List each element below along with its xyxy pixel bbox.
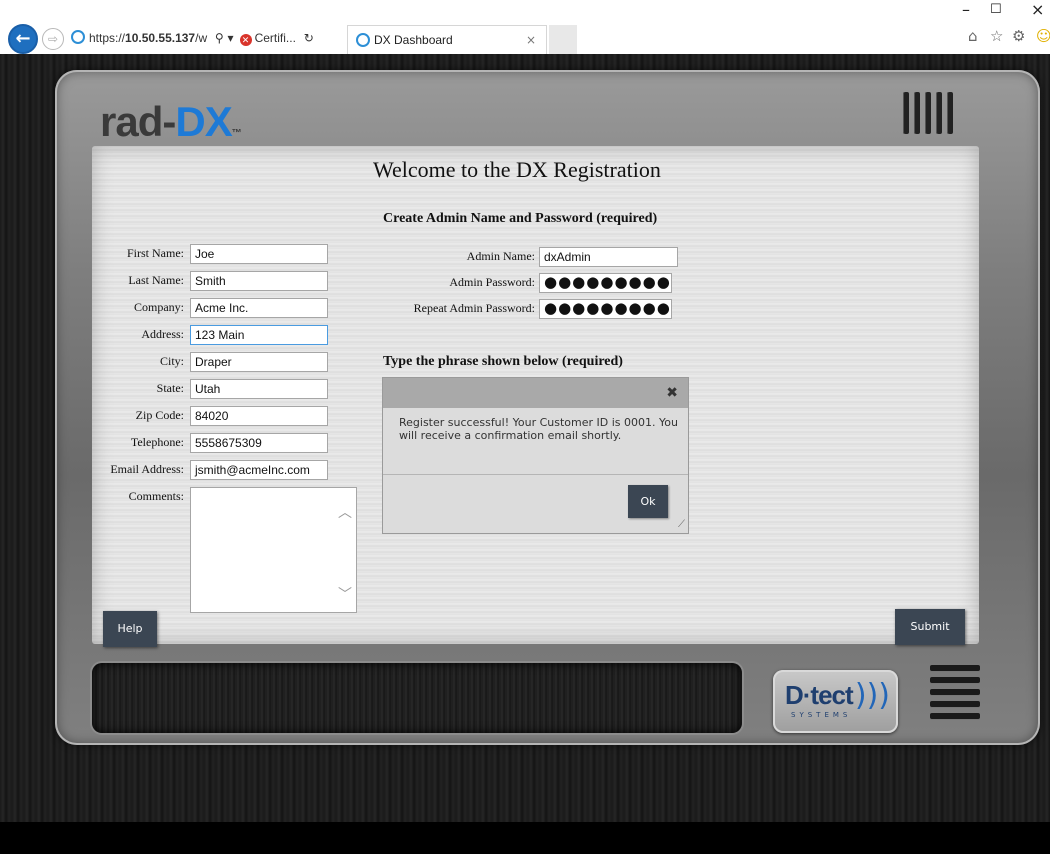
signal-waves-icon: ))) — [854, 678, 890, 713]
certificate-label[interactable]: Certifi... — [255, 31, 296, 45]
settings-gear-icon[interactable]: ⚙ — [1012, 27, 1025, 45]
telephone-input[interactable]: 5558675309 — [190, 433, 328, 453]
tab-close-icon[interactable]: × — [526, 26, 536, 54]
device-display-slot — [92, 663, 742, 733]
admin-name-input[interactable]: dxAdmin — [539, 247, 678, 267]
url-text: https://10.50.55.137/w — [89, 31, 208, 45]
forward-arrow-icon[interactable]: ⇨ — [42, 28, 64, 50]
scroll-up-icon[interactable]: ︿ — [338, 502, 352, 522]
tab-title: DX Dashboard — [374, 33, 453, 47]
search-icon[interactable]: ⚲ ▾ — [211, 31, 234, 45]
admin-section-heading: Create Admin Name and Password (required… — [383, 211, 658, 226]
state-label: State: — [156, 381, 184, 395]
smiley-feedback-icon[interactable]: ☺ — [1036, 27, 1050, 45]
browser-chrome: ← ⇨ https://10.50.55.137/w ⚲ ▾ ✕ Certifi..… — [0, 0, 1050, 54]
ie-tab-icon — [356, 33, 370, 47]
minimize-button[interactable]: – — [962, 0, 970, 19]
close-icon[interactable]: ✖ — [666, 385, 678, 401]
dialog-message: Register successful! Your Customer ID is… — [399, 416, 678, 442]
zip-code-input[interactable]: 84020 — [190, 406, 328, 426]
close-window-button[interactable]: × — [1031, 0, 1044, 19]
city-label: City: — [159, 354, 184, 368]
email-label: Email Address: — [110, 462, 184, 476]
speaker-grille — [930, 665, 980, 733]
city-input[interactable]: Draper — [190, 352, 328, 372]
first-name-label: First Name: — [127, 246, 184, 260]
admin-name-label: Admin Name: — [466, 249, 535, 263]
ok-button[interactable]: Ok — [628, 485, 668, 518]
first-name-input[interactable]: Joe — [190, 244, 328, 264]
resize-grip-icon[interactable]: ⟋ — [678, 519, 685, 530]
repeat-password-input[interactable]: ●●●●●●●●●● — [539, 299, 672, 319]
page-title: Welcome to the DX Registration — [373, 157, 661, 182]
favorites-star-icon[interactable]: ☆ — [990, 27, 1003, 45]
admin-password-input[interactable]: ●●●●●●●●●● — [539, 273, 672, 293]
new-tab-button[interactable] — [549, 25, 577, 54]
help-button[interactable]: Help — [103, 611, 157, 647]
tab-dx-dashboard[interactable]: DX Dashboard × — [347, 25, 547, 54]
address-bar[interactable]: https://10.50.55.137/w ⚲ ▾ ✕ Certifi... ↻ — [67, 27, 342, 49]
home-icon[interactable]: ⌂ — [968, 27, 978, 45]
address-input[interactable]: 123 Main — [190, 325, 328, 345]
comments-textarea[interactable]: ︿ ﹀ — [190, 487, 357, 613]
maximize-button[interactable]: ☐ — [990, 2, 1002, 17]
zip-code-label: Zip Code: — [135, 408, 184, 422]
refresh-icon[interactable]: ↻ — [300, 31, 314, 45]
comments-label: Comments: — [128, 489, 184, 503]
success-dialog: ✖ Register successful! Your Customer ID … — [382, 377, 689, 534]
page-bottom-bar — [0, 822, 1050, 854]
dialog-header[interactable] — [383, 378, 688, 408]
telephone-label: Telephone: — [130, 435, 184, 449]
company-label: Company: — [134, 300, 184, 314]
last-name-input[interactable]: Smith — [190, 271, 328, 291]
dtect-systems-logo: D·tect SYSTEMS ))) — [773, 670, 898, 733]
last-name-label: Last Name: — [128, 273, 184, 287]
admin-password-label: Admin Password: — [449, 275, 535, 289]
scroll-down-icon[interactable]: ﹀ — [338, 584, 352, 604]
address-label: Address: — [141, 327, 184, 341]
frame-vents — [903, 92, 963, 134]
repeat-password-label: Repeat Admin Password: — [413, 301, 535, 315]
phrase-section-heading: Type the phrase shown below (required) — [383, 354, 623, 369]
back-arrow-icon[interactable]: ← — [8, 24, 38, 54]
email-input[interactable]: jsmith@acmeInc.com — [190, 460, 328, 480]
dialog-divider — [383, 474, 688, 475]
rad-dx-logo: rad-DX™ — [100, 98, 242, 145]
certificate-error-icon[interactable]: ✕ — [239, 34, 252, 46]
state-input[interactable]: Utah — [190, 379, 328, 399]
submit-button[interactable]: Submit — [895, 609, 965, 645]
ie-logo-icon — [71, 30, 85, 44]
company-input[interactable]: Acme Inc. — [190, 298, 328, 318]
